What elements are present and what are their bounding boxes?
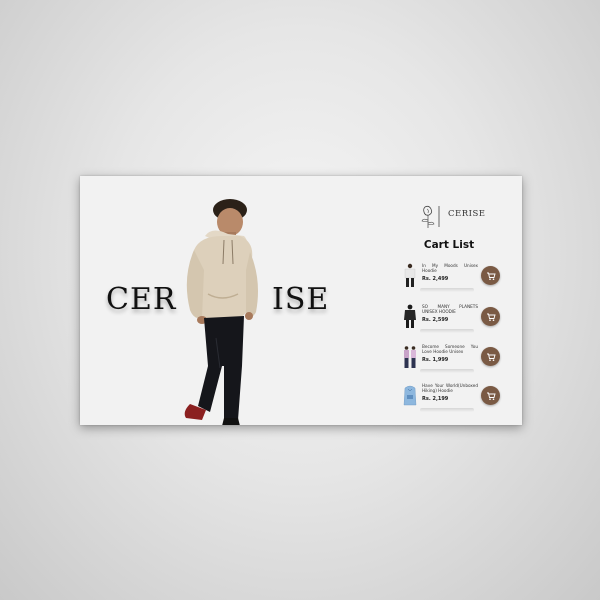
product-thumbnail bbox=[404, 263, 416, 287]
cart-icon bbox=[486, 313, 496, 321]
cart-item[interactable]: SO MANY PLANETS UNISEX HOODIE Rs. 2,599 bbox=[400, 302, 508, 333]
item-divider bbox=[420, 288, 474, 292]
cart-item[interactable]: In My Moods Unisex Hoodie Rs. 2,499 bbox=[400, 261, 508, 292]
add-to-cart-button[interactable] bbox=[481, 386, 500, 405]
add-to-cart-button[interactable] bbox=[481, 347, 500, 366]
product-card: CER ISE CERISE Cart List In My Moods Uni… bbox=[80, 176, 522, 425]
item-name: SO MANY PLANETS UNISEX HOODIE bbox=[422, 304, 478, 315]
product-thumbnail bbox=[404, 304, 416, 328]
item-price: Rs. 2,499 bbox=[422, 276, 449, 282]
hero-title-right: ISE bbox=[272, 282, 330, 317]
add-to-cart-button[interactable] bbox=[481, 266, 500, 285]
cart-item[interactable]: Become Someone You Love Hoodie Unisex Rs… bbox=[400, 342, 508, 373]
item-divider bbox=[420, 369, 474, 373]
item-divider bbox=[420, 329, 474, 333]
item-name: In My Moods Unisex Hoodie bbox=[422, 263, 478, 274]
product-thumbnail bbox=[403, 385, 417, 406]
cart-list-title: Cart List bbox=[423, 239, 475, 251]
item-price: Rs. 2,199 bbox=[422, 396, 449, 402]
item-price: Rs. 2,599 bbox=[422, 317, 449, 323]
cart-icon bbox=[486, 392, 496, 400]
item-price: Rs. 1,999 bbox=[422, 357, 449, 363]
product-thumbnail bbox=[404, 346, 416, 368]
cart-icon bbox=[486, 353, 496, 361]
cart-item[interactable]: Have Your World(Unboxed Hiking) Hoodie R… bbox=[400, 381, 508, 412]
logo-text: CERISE bbox=[448, 209, 486, 219]
hero-title-left: CER bbox=[106, 282, 177, 317]
item-name: Have Your World(Unboxed Hiking) Hoodie bbox=[422, 383, 478, 394]
model-image bbox=[184, 199, 258, 425]
add-to-cart-button[interactable] bbox=[481, 307, 500, 326]
item-divider bbox=[420, 408, 474, 412]
cart-icon bbox=[486, 272, 496, 280]
item-name: Become Someone You Love Hoodie Unisex bbox=[422, 344, 478, 355]
